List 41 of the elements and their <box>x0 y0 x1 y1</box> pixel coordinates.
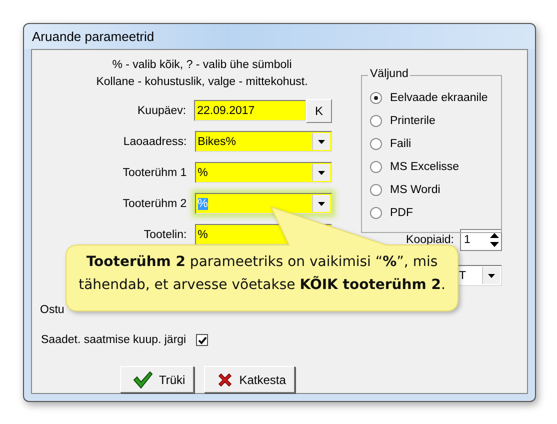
radio-button[interactable] <box>370 114 382 126</box>
callout-text: Tooterühm 2 parameetriks on vaikimisi “%”, mis tähendab, et arvesse võetakse KÕIK tooterühm 2. <box>78 253 446 295</box>
field-label: Kuupäev: <box>136 104 188 116</box>
cancel-button[interactable]: Katkesta <box>204 366 295 393</box>
checkbox-label: Ostu <box>40 304 64 316</box>
dropdown-arrow-icon <box>318 140 325 144</box>
window-title: Aruande parameetrid <box>32 29 154 44</box>
field-label: Tooterühm 1 <box>122 166 188 178</box>
checkbox[interactable] <box>196 334 208 346</box>
field-label: Tootelin: <box>142 228 188 240</box>
print-button[interactable]: Trüki <box>120 366 194 393</box>
group-title: Väljund <box>368 68 410 80</box>
radio-label[interactable]: PDF <box>390 206 413 218</box>
field-label: Laoaadress: <box>122 136 188 148</box>
checkmark-icon <box>133 370 153 388</box>
date-field[interactable]: 22.09.2017 <box>194 100 306 121</box>
dropdown-arrow-icon <box>488 274 495 278</box>
hint-text: Kollane - kohustuslik, valge - mittekohust. <box>96 75 308 89</box>
radio-label[interactable]: Printerile <box>390 114 436 126</box>
dropdown-field[interactable]: Bikes% <box>194 131 332 152</box>
cross-icon <box>217 372 234 388</box>
field-label: Tooterühm 2 <box>122 198 188 210</box>
calendar-button[interactable]: K <box>306 98 332 122</box>
radio-label[interactable]: MS Wordi <box>390 184 440 196</box>
dropdown-field[interactable]: % <box>194 162 332 183</box>
radio-button[interactable] <box>370 184 382 196</box>
copies-spinner[interactable]: 1 <box>460 229 502 251</box>
radio-label[interactable]: Eelvaade ekraanile <box>390 92 488 104</box>
radio-label[interactable]: MS Excelisse <box>390 160 460 172</box>
radio-label[interactable]: Faili <box>390 138 412 150</box>
dropdown-arrow-icon <box>318 202 325 206</box>
dropdown-arrow-icon <box>318 170 325 174</box>
radio-button[interactable] <box>370 206 382 218</box>
checkbox-label: Saadet. saatmise kuup. järgi <box>41 334 186 346</box>
radio-button[interactable] <box>370 92 382 104</box>
copies-label: Koopiaid: <box>406 234 454 246</box>
radio-button[interactable] <box>370 160 382 172</box>
spinner-arrows-icon <box>490 232 499 248</box>
language-dropdown[interactable]: T <box>456 265 502 286</box>
radio-button[interactable] <box>370 138 382 150</box>
hint-text: % - valib kõik, ? - valib ühe sümboli <box>112 58 292 72</box>
